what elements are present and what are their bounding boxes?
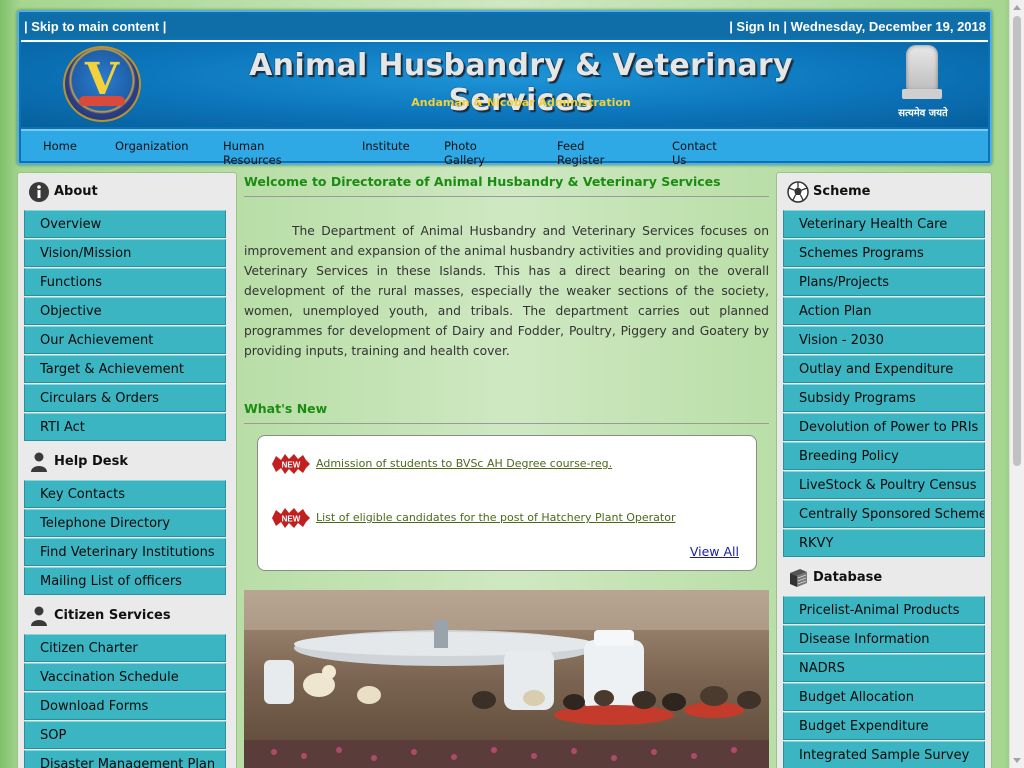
whats-new-heading: What's New [244,401,328,416]
sidebar-item-our-achievement[interactable]: Our Achievement [24,326,226,354]
sidebar-item-pricelist-animal-products[interactable]: Pricelist-Animal Products [783,596,985,624]
sidebar-item-integrated-sample-survey[interactable]: Integrated Sample Survey [783,741,985,768]
news-link-bvsc-admission[interactable]: Admission of students to BVSc AH Degree … [316,457,612,470]
person-icon [31,452,47,472]
nav-human-resources[interactable]: Human Resources [223,139,282,167]
vertical-scrollbar[interactable] [1009,0,1024,768]
sidebar-item-veterinary-health-care[interactable]: Veterinary Health Care [783,210,985,238]
sidebar-item-budget-allocation[interactable]: Budget Allocation [783,683,985,711]
sidebar-item-plans-projects[interactable]: Plans/Projects [783,268,985,296]
emblem-base [902,89,942,99]
sidebar-item-key-contacts[interactable]: Key Contacts [24,480,226,508]
whats-new-box: NEW Admission of students to BVSc AH Deg… [257,435,757,571]
lion-capital-icon [906,45,938,91]
topbar-right: | Sign In | Wednesday, December 19, 2018 [729,19,986,34]
sidebar-item-functions[interactable]: Functions [24,268,226,296]
soccer-ball-icon [787,181,809,203]
sidebar-item-citizen-charter[interactable]: Citizen Charter [24,634,226,662]
new-badge-icon: NEW [272,508,310,528]
book-icon [790,569,807,587]
sidebar-item-vision-mission[interactable]: Vision/Mission [24,239,226,267]
nav-organization[interactable]: Organization [115,139,189,153]
sidebar-item-find-veterinary-institutions[interactable]: Find Veterinary Institutions [24,538,226,566]
emblem-motto: सत्यमेव जयते [898,108,948,119]
main-navigation: Home Organization Human Resources Instit… [21,129,988,167]
citizen-services-heading: Citizen Services [28,601,228,631]
skip-to-content-link[interactable]: | Skip to main content | [24,19,166,34]
welcome-divider [244,196,769,197]
nav-contact-us[interactable]: Contact Us [672,139,717,167]
news-item: NEW List of eligible candidates for the … [272,508,742,530]
poultry-photo [244,590,769,768]
sidebar-item-sop[interactable]: SOP [24,721,226,749]
department-logo[interactable]: V [63,46,141,122]
sidebar-item-breeding-policy[interactable]: Breeding Policy [783,442,985,470]
sidebar-item-mailing-list[interactable]: Mailing List of officers [24,567,226,595]
nav-photo-gallery[interactable]: Photo Gallery [444,139,485,167]
site-banner: V Animal Husbandry & Veterinary Services… [21,43,988,127]
sidebar-item-overview[interactable]: Overview [24,210,226,238]
nav-feed-register[interactable]: Feed Register [557,139,604,167]
right-sidebar: Scheme Veterinary Health Care Schemes Pr… [776,172,992,768]
chicks-brooder-image [244,590,769,768]
sign-in-link[interactable]: | Sign In | [729,19,787,34]
news-link-hatchery-operator[interactable]: List of eligible candidates for the post… [316,511,676,524]
sidebar-item-circulars-orders[interactable]: Circulars & Orders [24,384,226,412]
left-sidebar: About Overview Vision/Mission Functions … [17,172,237,768]
sidebar-item-objective[interactable]: Objective [24,297,226,325]
sidebar-item-livestock-census[interactable]: LiveStock & Poultry Census [783,471,985,499]
new-badge-icon: NEW [272,454,310,474]
sidebar-item-budget-expenditure[interactable]: Budget Expenditure [783,712,985,740]
person-icon [31,606,47,626]
database-heading: Database [787,563,983,593]
banner-divider [21,40,988,42]
sidebar-item-vision-2030[interactable]: Vision - 2030 [783,326,985,354]
news-item: NEW Admission of students to BVSc AH Deg… [272,454,742,476]
sidebar-item-vaccination-schedule[interactable]: Vaccination Schedule [24,663,226,691]
sidebar-item-subsidy-programs[interactable]: Subsidy Programs [783,384,985,412]
sidebar-item-schemes-programs[interactable]: Schemes Programs [783,239,985,267]
sidebar-item-telephone-directory[interactable]: Telephone Directory [24,509,226,537]
sidebar-item-disaster-management-plan[interactable]: Disaster Management Plan [24,750,226,768]
info-icon [29,182,49,202]
site-subtitle: Andaman & Nicobar Administration [411,96,631,109]
svg-text:NEW: NEW [282,461,301,470]
intro-paragraph: The Department of Animal Husbandry and V… [244,224,769,358]
sidebar-item-centrally-sponsored-schemes[interactable]: Centrally Sponsored Schemes [783,500,985,528]
sidebar-item-nadrs[interactable]: NADRS [783,654,985,682]
top-utility-bar: | Skip to main content | | Sign In | Wed… [21,14,988,38]
sidebar-item-target-achievement[interactable]: Target & Achievement [24,355,226,383]
logo-wave-shape [79,96,125,106]
about-heading: About [28,177,228,207]
sidebar-item-rti-act[interactable]: RTI Act [24,413,226,441]
sidebar-item-devolution-of-power[interactable]: Devolution of Power to PRIs [783,413,985,441]
sidebar-item-outlay-expenditure[interactable]: Outlay and Expenditure [783,355,985,383]
help-desk-heading: Help Desk [28,447,228,477]
nav-institute[interactable]: Institute [362,139,410,153]
scheme-heading: Scheme [787,177,983,207]
sidebar-item-disease-information[interactable]: Disease Information [783,625,985,653]
scroll-down-arrow-icon[interactable] [1013,758,1021,763]
scroll-up-arrow-icon[interactable] [1013,5,1021,10]
national-emblem: सत्यमेव जयते [888,45,958,125]
svg-text:NEW: NEW [282,515,301,524]
whats-new-divider [244,423,769,424]
view-all-link[interactable]: View All [690,544,739,559]
nav-home[interactable]: Home [43,139,77,153]
sidebar-item-rkvy[interactable]: RKVY [783,529,985,557]
current-date: Wednesday, December 19, 2018 [790,19,986,34]
welcome-heading: Welcome to Directorate of Animal Husband… [244,174,721,189]
scrollbar-thumb[interactable] [1013,16,1021,466]
sidebar-item-download-forms[interactable]: Download Forms [24,692,226,720]
site-header: | Skip to main content | | Sign In | Wed… [17,10,992,167]
sidebar-item-action-plan[interactable]: Action Plan [783,297,985,325]
